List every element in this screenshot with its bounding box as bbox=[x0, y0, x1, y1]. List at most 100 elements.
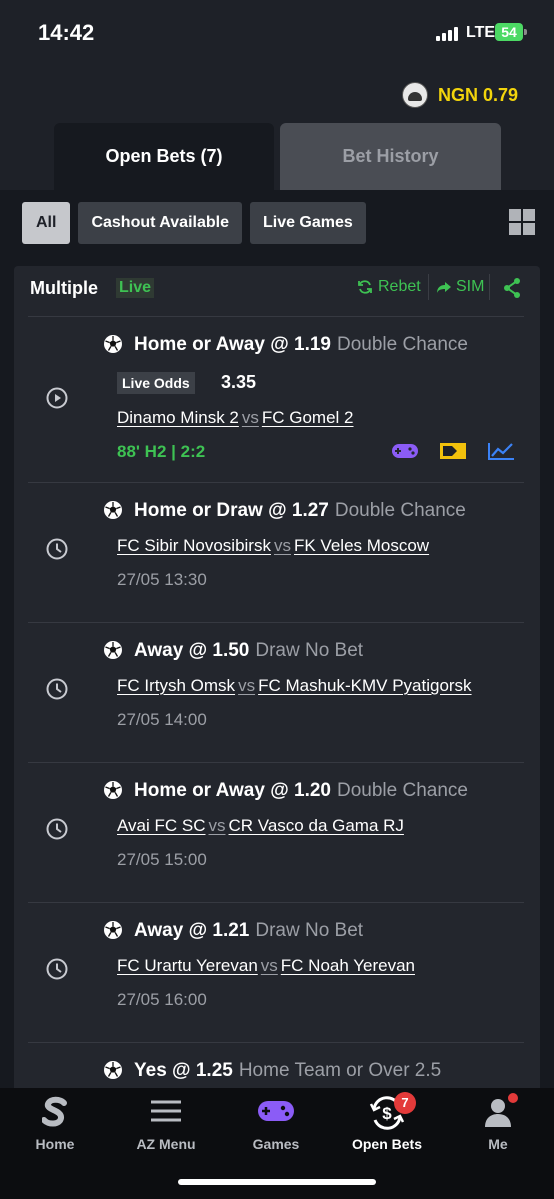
live-stream-icon[interactable] bbox=[439, 442, 467, 460]
market-type: Home Team or Over 2.5 bbox=[238, 1060, 442, 1081]
open-bets-count-badge: 7 bbox=[394, 1092, 416, 1114]
signal-icon bbox=[436, 27, 458, 41]
stats-chart-icon[interactable] bbox=[487, 441, 515, 461]
vs-label: vs bbox=[238, 676, 256, 695]
away-team[interactable]: FC Mashuk-KMV Pyatigorsk bbox=[258, 676, 472, 695]
bet-type-title: Multiple bbox=[30, 278, 98, 298]
nav-games[interactable]: Games bbox=[226, 1088, 326, 1158]
play-circle-icon[interactable] bbox=[46, 387, 68, 409]
selection-market: Yes @ 1.25 Home Team or Over 2.5 bbox=[103, 1060, 441, 1082]
away-team[interactable]: FC Noah Yerevan bbox=[281, 956, 415, 975]
home-team[interactable]: FC Urartu Yerevan bbox=[117, 956, 258, 975]
soccer-ball-icon bbox=[104, 335, 122, 353]
match-teams[interactable]: FC Sibir Novosibirsk vs FK Veles Moscow bbox=[117, 536, 429, 556]
match-minute: 88' H2 | bbox=[117, 442, 176, 461]
sportybet-logo-icon bbox=[42, 1096, 67, 1127]
open-bets-panel: All Cashout Available Live Games Multipl… bbox=[0, 190, 554, 1096]
gamepad-icon[interactable] bbox=[391, 441, 419, 461]
vs-label: vs bbox=[273, 536, 291, 555]
home-team[interactable]: FC Irtysh Omsk bbox=[117, 676, 235, 695]
away-team[interactable]: FK Veles Moscow bbox=[294, 536, 429, 555]
sim-label: SIM bbox=[456, 278, 485, 295]
nav-me[interactable]: Me bbox=[448, 1088, 548, 1158]
status-bar: 14:42 LTE 54 bbox=[0, 0, 554, 70]
battery-tip bbox=[524, 29, 527, 35]
kickoff-time: 27/05 15:00 bbox=[117, 850, 207, 869]
live-badge: Live bbox=[116, 278, 155, 298]
clock: 14:42 bbox=[38, 20, 95, 45]
match-teams[interactable]: FC Urartu Yerevan vs FC Noah Yerevan bbox=[117, 956, 415, 976]
selection-row[interactable]: Home or Away @ 1.19 Double Chance Live Od… bbox=[28, 316, 524, 483]
divider bbox=[489, 274, 490, 300]
nav-open-bets[interactable]: $ 7 Open Bets bbox=[337, 1088, 437, 1158]
vs-label: vs bbox=[241, 408, 259, 427]
away-team[interactable]: FC Gomel 2 bbox=[262, 408, 354, 427]
filter-all[interactable]: All bbox=[22, 202, 71, 244]
selection-market: Home or Draw @ 1.27 Double Chance bbox=[103, 500, 466, 522]
nav-open-bets-label: Open Bets bbox=[351, 1136, 422, 1152]
home-team[interactable]: FC Sibir Novosibirsk bbox=[117, 536, 271, 555]
bets-tabs: Open Bets (7) Bet History bbox=[0, 123, 554, 190]
forward-arrow-icon bbox=[437, 282, 451, 293]
hamburger-menu-icon bbox=[151, 1100, 181, 1122]
match-teams[interactable]: FC Irtysh Omsk vs FC Mashuk-KMV Pyatigorsk bbox=[117, 676, 472, 696]
divider bbox=[428, 274, 429, 300]
clock-icon bbox=[46, 958, 68, 980]
tab-bet-history[interactable]: Bet History bbox=[280, 123, 501, 190]
match-score: 2:2 bbox=[180, 442, 206, 461]
nav-me-label: Me bbox=[488, 1136, 508, 1152]
home-indicator bbox=[178, 1179, 376, 1185]
kickoff-time: 27/05 14:00 bbox=[117, 710, 207, 729]
nav-az-menu-label: AZ Menu bbox=[136, 1136, 196, 1152]
avatar[interactable] bbox=[401, 82, 428, 108]
vs-label: vs bbox=[260, 956, 278, 975]
tab-open-bets[interactable]: Open Bets (7) bbox=[54, 123, 274, 190]
bet-card-header: Multiple Live Rebet SIM bbox=[14, 266, 540, 316]
gamepad-icon bbox=[258, 1101, 294, 1121]
home-team[interactable]: Dinamo Minsk 2 bbox=[117, 408, 239, 427]
market-type: Double Chance bbox=[334, 500, 466, 521]
pick-label: Home or Away @ 1.19 bbox=[134, 334, 331, 355]
market-type: Double Chance bbox=[337, 780, 468, 801]
share-icon[interactable] bbox=[502, 277, 522, 299]
filter-live-games[interactable]: Live Games bbox=[249, 202, 366, 244]
filter-cashout-available[interactable]: Cashout Available bbox=[78, 202, 242, 244]
market-type: Draw No Bet bbox=[255, 920, 364, 941]
selection-row[interactable]: Away @ 1.50 Draw No Bet FC Irtysh Omsk vs F… bbox=[28, 622, 524, 763]
selection-row[interactable]: Home or Away @ 1.20 Double Chance Avai FC… bbox=[28, 762, 524, 903]
selection-market: Home or Away @ 1.19 Double Chance bbox=[103, 334, 468, 356]
market-type: Draw No Bet bbox=[255, 640, 364, 661]
pick-label: Home or Draw @ 1.27 bbox=[134, 500, 329, 521]
nav-az-menu[interactable]: AZ Menu bbox=[116, 1088, 216, 1158]
grid-view-icon[interactable] bbox=[509, 209, 535, 235]
notification-dot bbox=[508, 1093, 518, 1103]
nav-games-label: Games bbox=[252, 1136, 300, 1152]
match-teams[interactable]: Avai FC SC vs CR Vasco da Gama RJ bbox=[117, 816, 404, 836]
live-odds-value: 3.35 bbox=[221, 372, 257, 392]
market-type: Double Chance bbox=[337, 334, 468, 355]
selection-row[interactable]: Home or Draw @ 1.27 Double Chance FC Sibi… bbox=[28, 482, 524, 623]
filter-bar: All Cashout Available Live Games bbox=[22, 202, 366, 244]
clock-icon bbox=[46, 538, 68, 560]
pick-label: Away @ 1.21 bbox=[134, 920, 250, 941]
selection-market: Home or Away @ 1.20 Double Chance bbox=[103, 780, 468, 802]
nav-home[interactable]: Home bbox=[5, 1088, 105, 1158]
away-team[interactable]: CR Vasco da Gama RJ bbox=[229, 816, 404, 835]
pick-label: Yes @ 1.25 bbox=[134, 1060, 233, 1081]
rebet-label: Rebet bbox=[378, 278, 421, 295]
svg-text:$: $ bbox=[382, 1104, 392, 1123]
selection-row[interactable]: Away @ 1.21 Draw No Bet FC Urartu Yerevan… bbox=[28, 902, 524, 1043]
match-teams[interactable]: Dinamo Minsk 2 vs FC Gomel 2 bbox=[117, 408, 354, 428]
bet-card: Multiple Live Rebet SIM Home or Away @ 1… bbox=[14, 266, 540, 1096]
vs-label: vs bbox=[208, 816, 226, 835]
network-label: LTE bbox=[466, 24, 496, 41]
balance-amount: NGN 0.79 bbox=[437, 84, 518, 105]
kickoff-time: 27/05 16:00 bbox=[117, 990, 207, 1009]
clock-icon bbox=[46, 818, 68, 840]
rebet-button[interactable]: Rebet bbox=[357, 278, 421, 296]
live-odds-label: Live Odds bbox=[117, 372, 195, 394]
account-balance[interactable]: NGN 0.79 bbox=[401, 82, 518, 108]
live-match-status: 88' H2 | 2:2 bbox=[117, 442, 205, 462]
home-team[interactable]: Avai FC SC bbox=[117, 816, 206, 835]
sim-button[interactable]: SIM bbox=[436, 278, 484, 296]
